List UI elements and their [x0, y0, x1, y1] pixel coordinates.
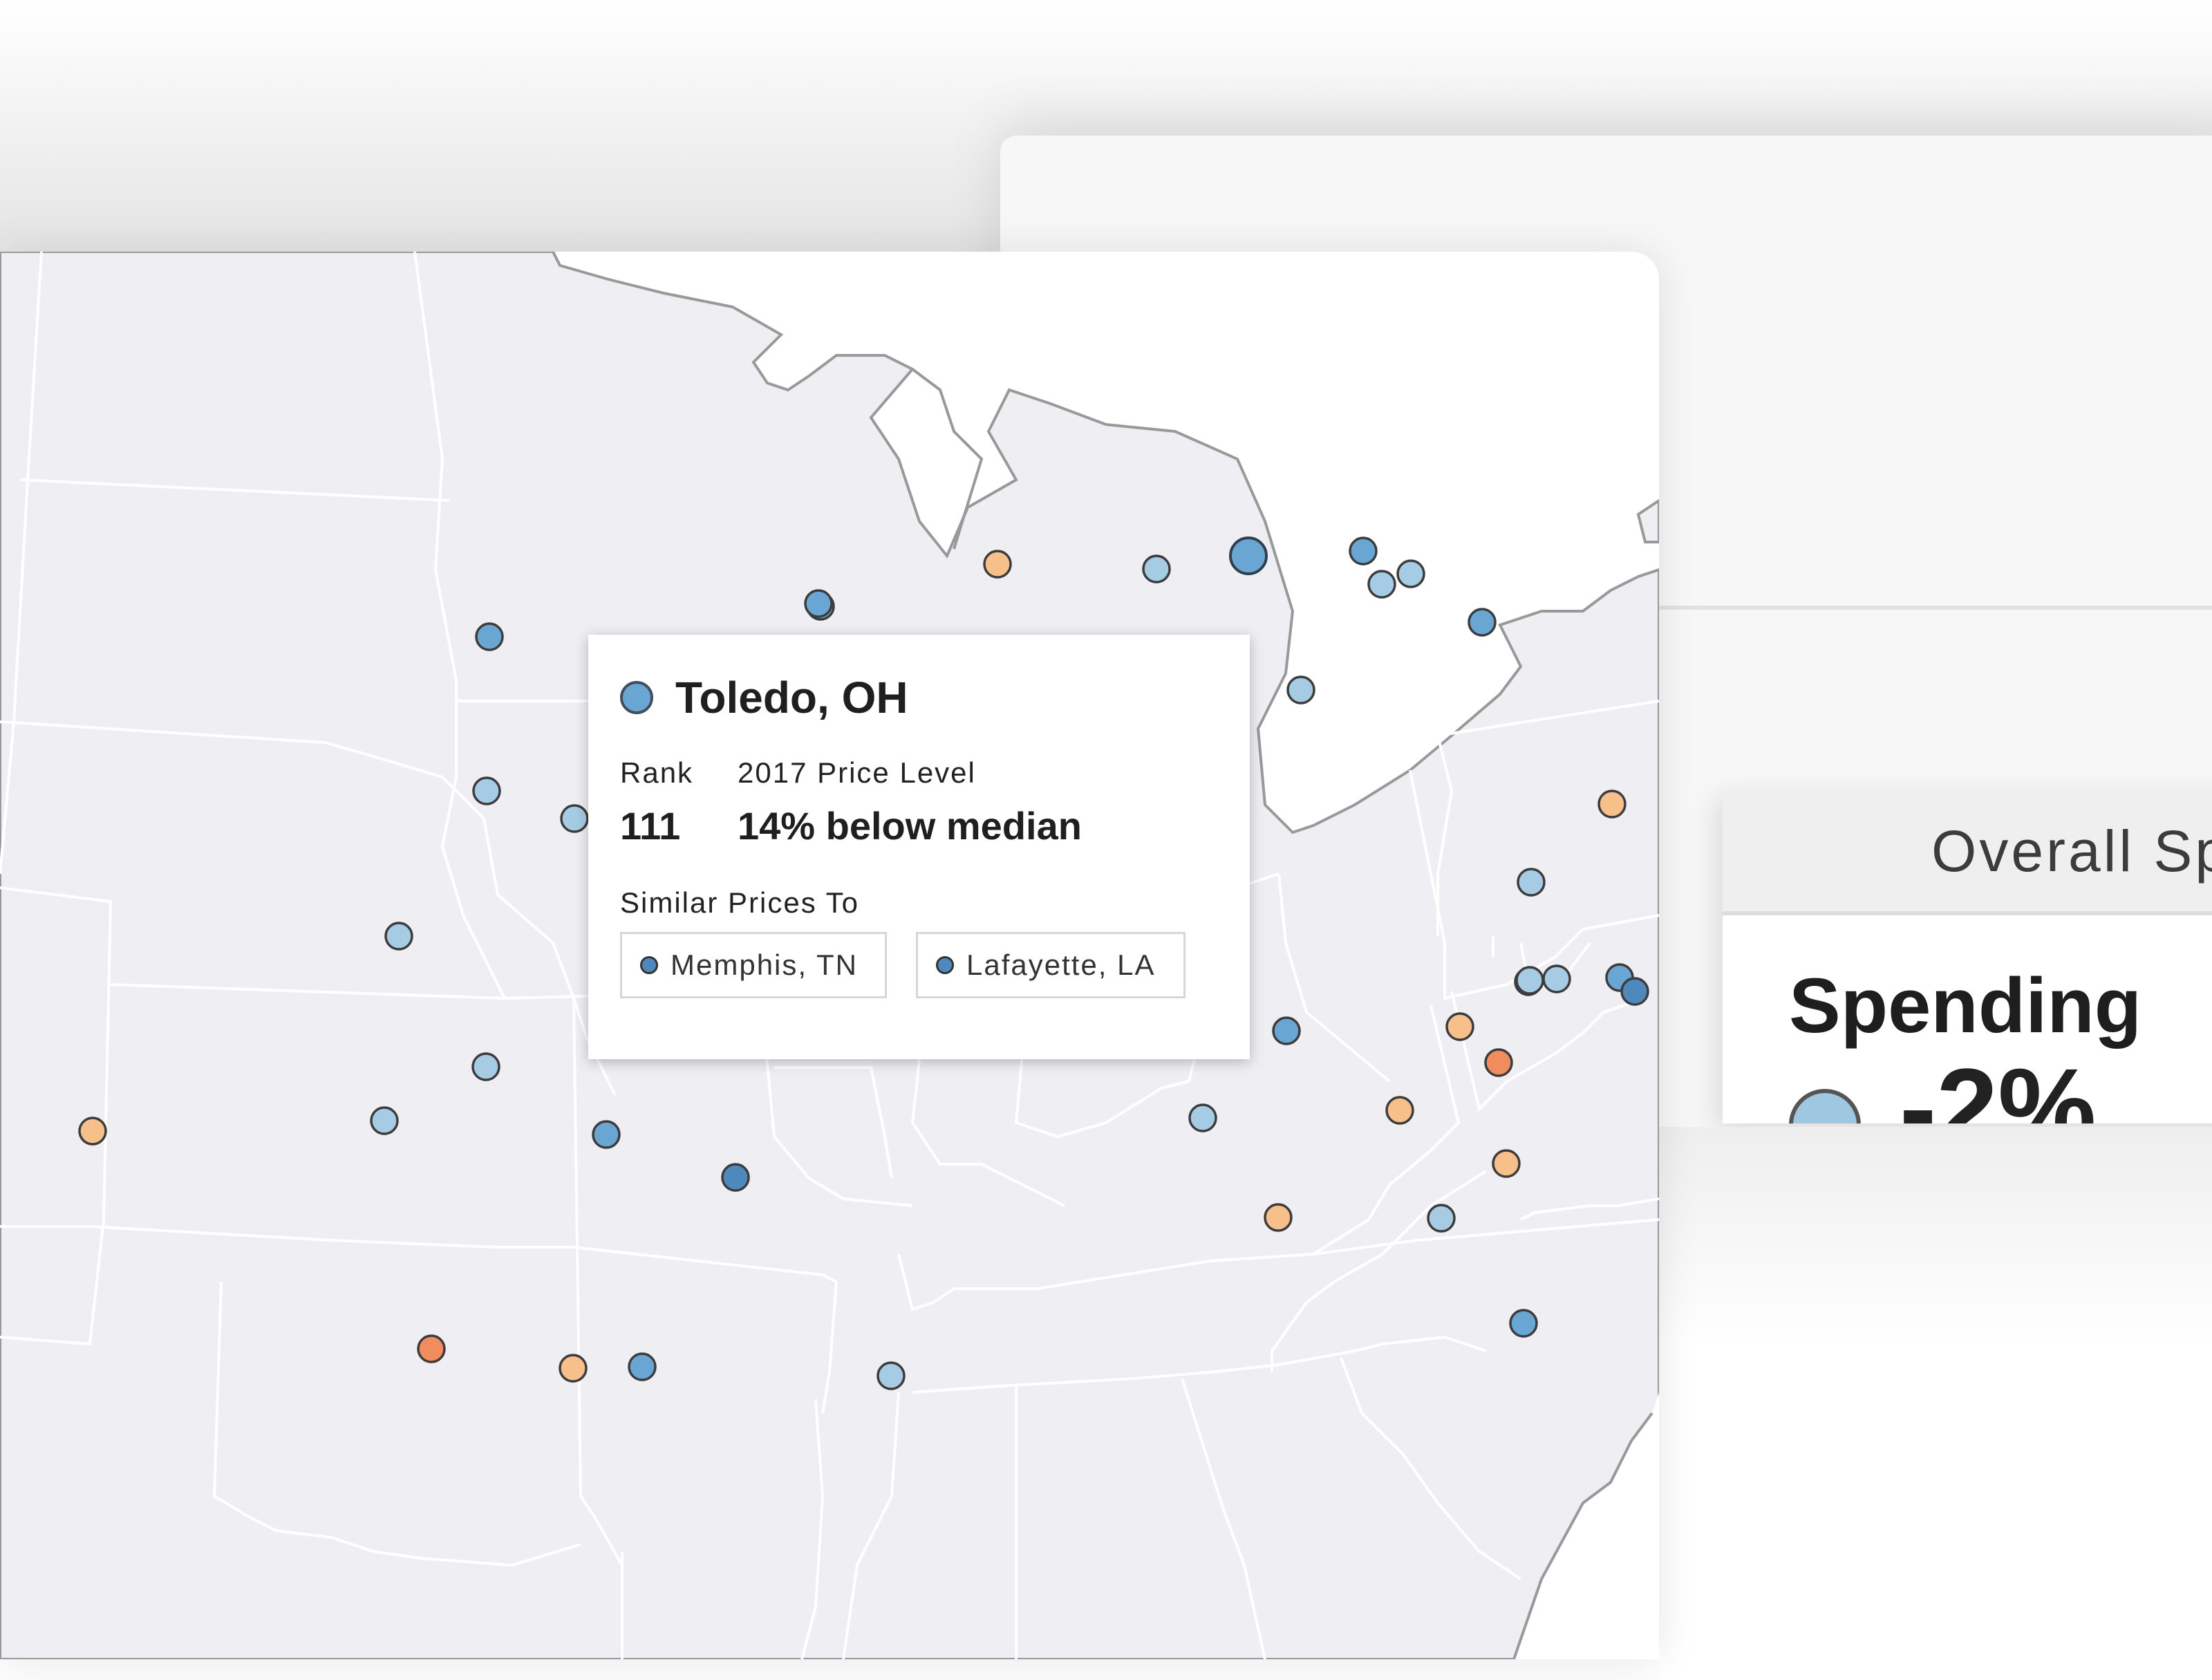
- city-point[interactable]: [1264, 1203, 1293, 1232]
- similar-city-chip[interactable]: Memphis, TN: [620, 932, 887, 998]
- city-point[interactable]: [592, 1120, 621, 1149]
- city-point[interactable]: [1515, 966, 1544, 995]
- city-point[interactable]: [877, 1361, 906, 1390]
- city-point[interactable]: [1272, 1016, 1301, 1045]
- price-level-label: 2017 Price Level: [738, 756, 976, 789]
- tooltip-title: Toledo, OH: [620, 672, 908, 723]
- city-point[interactable]: [983, 550, 1012, 579]
- city-point[interactable]: [1396, 559, 1425, 588]
- city-point[interactable]: [1517, 868, 1546, 897]
- similar-prices-label: Similar Prices To: [620, 886, 859, 919]
- city-point[interactable]: [1542, 964, 1571, 993]
- city-dot-icon: [640, 956, 658, 974]
- card-header[interactable]: Overall Sp: [1723, 792, 2212, 915]
- similar-city-name: Lafayette, LA: [966, 949, 1156, 981]
- city-point[interactable]: [1188, 1103, 1217, 1132]
- city-point[interactable]: [370, 1106, 399, 1135]
- lower-background-panel: [1659, 1127, 2212, 1680]
- rank-label: Rank: [620, 756, 694, 789]
- city-point[interactable]: [1484, 1048, 1513, 1077]
- city-point[interactable]: [560, 804, 589, 833]
- city-point[interactable]: [471, 1052, 500, 1081]
- city-point[interactable]: [1286, 675, 1315, 704]
- city-point[interactable]: [1385, 1096, 1414, 1125]
- selected-city-point[interactable]: [1229, 536, 1268, 575]
- city-tooltip: Toledo, OH Rank 2017 Price Level 111 14%…: [588, 635, 1250, 1059]
- spending-label: Spending: [1789, 962, 2142, 1049]
- price-level-value: 14% below median: [738, 804, 1082, 848]
- city-point[interactable]: [1620, 977, 1649, 1006]
- spending-value: -2%: [1900, 1045, 2097, 1123]
- city-point[interactable]: [1367, 570, 1396, 599]
- city-point[interactable]: [804, 589, 833, 618]
- spending-dot-icon: [1789, 1089, 1861, 1123]
- city-point[interactable]: [1445, 1012, 1474, 1041]
- city-point[interactable]: [417, 1334, 446, 1363]
- city-dot-icon: [936, 956, 954, 974]
- map-card[interactable]: Toledo, OH Rank 2017 Price Level 111 14%…: [0, 252, 1659, 1659]
- city-point[interactable]: [628, 1352, 657, 1381]
- rank-value: 111: [620, 804, 681, 848]
- city-point[interactable]: [1509, 1309, 1538, 1338]
- city-point[interactable]: [384, 922, 413, 951]
- city-point[interactable]: [1427, 1204, 1456, 1233]
- city-point[interactable]: [721, 1163, 750, 1192]
- city-point[interactable]: [472, 776, 501, 805]
- overall-spending-card[interactable]: Overall Sp Spending -2%: [1723, 792, 2212, 1123]
- city-point[interactable]: [1597, 790, 1627, 819]
- city-point[interactable]: [475, 622, 504, 651]
- similar-city-chip[interactable]: Lafayette, LA: [916, 932, 1185, 998]
- city-point[interactable]: [1142, 554, 1171, 584]
- city-name: Toledo, OH: [675, 673, 908, 722]
- city-dot-icon: [620, 681, 653, 714]
- city-point[interactable]: [559, 1354, 588, 1383]
- city-point[interactable]: [1492, 1149, 1521, 1178]
- similar-city-name: Memphis, TN: [671, 949, 858, 981]
- city-point[interactable]: [1349, 536, 1378, 566]
- city-point[interactable]: [78, 1117, 107, 1146]
- city-point[interactable]: [1468, 608, 1497, 637]
